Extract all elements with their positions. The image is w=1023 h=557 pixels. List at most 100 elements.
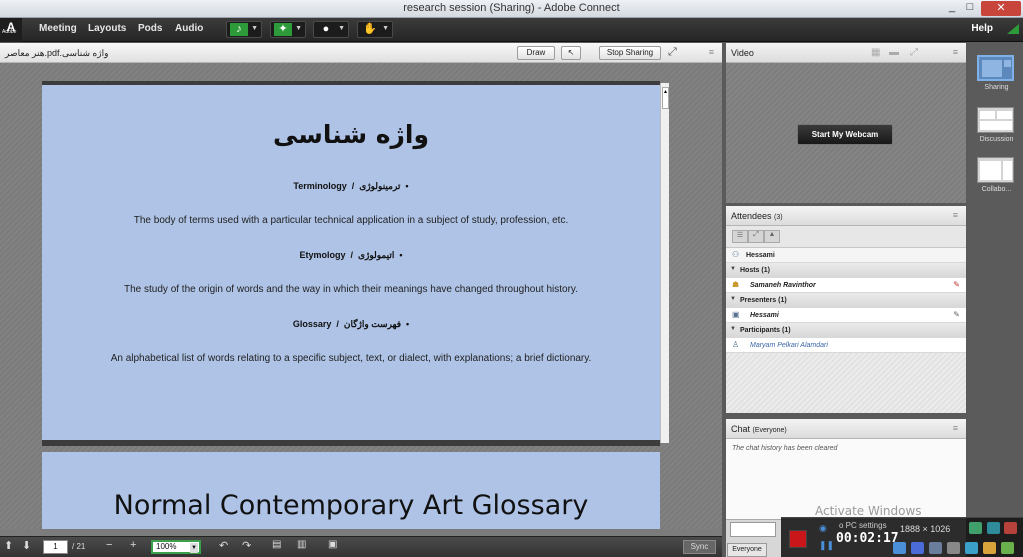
- chevron-down-icon: ▼: [382, 25, 389, 32]
- pod-menu-icon[interactable]: ≡: [709, 47, 714, 57]
- zoom-out-icon[interactable]: −: [106, 539, 112, 551]
- fit-page-icon[interactable]: ▥: [297, 539, 306, 550]
- filmstrip-view-icon[interactable]: ▬: [889, 47, 899, 58]
- microphone-control[interactable]: ✦ ▼: [270, 21, 306, 38]
- microphone-icon: ✎: [953, 280, 960, 289]
- fullscreen-icon[interactable]: ⤢: [910, 47, 918, 58]
- list-item[interactable]: ♙ Maryam Pelkari Alamdari: [726, 338, 966, 353]
- draw-toggle-icon[interactable]: ▣: [328, 539, 337, 550]
- presenter-icon: ▣: [732, 310, 740, 319]
- pen-icon[interactable]: [965, 542, 978, 554]
- slide-title: واژه شناسی: [272, 120, 430, 149]
- current-user-row[interactable]: ⚇ Hessami: [726, 248, 966, 263]
- webcam-control[interactable]: ● ▼: [313, 21, 349, 38]
- activate-windows-watermark: Activate Windows: [815, 504, 922, 518]
- chat-pod-header: Chat (Everyone) ≡: [726, 419, 966, 439]
- speaker-icon: ♪: [230, 23, 248, 36]
- microphone-icon[interactable]: [911, 542, 924, 554]
- page-number-input[interactable]: 1: [43, 540, 68, 554]
- status-control[interactable]: ✋ ▼: [357, 21, 393, 38]
- connection-signal-icon: [1007, 24, 1019, 34]
- fullscreen-icon[interactable]: ⤢: [668, 46, 677, 59]
- group-presenters[interactable]: ▼ Presenters (1): [726, 293, 966, 308]
- user-status-icon: ⚇: [732, 250, 740, 259]
- layout-collaboration[interactable]: Collabo...: [977, 157, 1016, 193]
- chat-recipient-select[interactable]: Everyone: [727, 543, 767, 557]
- cursor-icon[interactable]: [947, 542, 960, 554]
- chevron-down-icon: ▼: [251, 25, 258, 32]
- term-line: Glossary / فهرست واژگان •: [292, 319, 410, 329]
- recorder-settings-text: o PC settings: [839, 521, 887, 530]
- stop-recording-button[interactable]: [789, 530, 807, 548]
- undo-icon[interactable]: ↶: [219, 539, 228, 552]
- pod-menu-icon[interactable]: ≡: [953, 210, 958, 220]
- caret-down-icon: ▼: [730, 296, 736, 302]
- list-item[interactable]: ▣ Hessami ✎: [726, 308, 966, 323]
- list-item[interactable]: ☗ Samaneh Ravinthor ✎: [726, 278, 966, 293]
- layout-thumbnail: [977, 107, 1014, 133]
- minimize-button[interactable]: _: [943, 1, 961, 16]
- zoom-in-icon[interactable]: +: [130, 539, 136, 551]
- menu-help[interactable]: Help: [971, 23, 993, 34]
- breakout-icon[interactable]: ⤢: [748, 230, 764, 243]
- layout-discussion[interactable]: Discussion: [977, 107, 1016, 143]
- chat-message: The chat history has been cleared: [732, 445, 838, 452]
- page-total: / 21: [72, 542, 86, 551]
- recording-timer: 00:02:17: [836, 531, 899, 546]
- menu-pods[interactable]: Pods: [138, 23, 162, 34]
- webcam-icon[interactable]: [929, 542, 942, 554]
- next-slide-page: Normal Contemporary Art Glossary: [42, 452, 660, 529]
- chevron-down-icon: ▼: [190, 543, 198, 553]
- microphone-icon: ✎: [953, 310, 960, 319]
- fit-width-icon[interactable]: ▤: [272, 539, 281, 550]
- chevron-down-icon: ▼: [295, 25, 302, 32]
- stop-sharing-button[interactable]: Stop Sharing: [599, 46, 661, 60]
- prev-page-icon[interactable]: ⬆: [4, 539, 13, 552]
- start-webcam-button[interactable]: Start My Webcam: [797, 124, 893, 145]
- share-pod-header: هنر معاصر.pdf.واژه شناسی Draw ↖ Stop Sha…: [0, 43, 722, 63]
- next-page-icon[interactable]: ⬇: [22, 539, 31, 552]
- participant-icon: ♙: [732, 340, 740, 349]
- close-button[interactable]: ✕: [981, 1, 1021, 16]
- recording-resolution: 1888 × 1026: [900, 524, 951, 534]
- user-options-icon[interactable]: ▲: [764, 230, 780, 243]
- menu-layouts[interactable]: Layouts: [88, 23, 126, 34]
- list-view-icon[interactable]: ☰: [732, 230, 748, 243]
- chat-input[interactable]: [730, 522, 776, 537]
- share-icon[interactable]: [1001, 542, 1014, 554]
- redo-icon[interactable]: ↷: [242, 539, 251, 552]
- folder-icon[interactable]: [983, 542, 996, 554]
- speaker-control[interactable]: ♪ ▼: [226, 21, 262, 38]
- layouts-strip: Sharing Discussion Collabo...: [968, 43, 1023, 557]
- draw-button[interactable]: Draw: [517, 46, 555, 60]
- video-pod: Video ▦ ▬ ⤢ ≡ Start My Webcam: [726, 43, 966, 203]
- recorder-close-icon[interactable]: [1004, 522, 1017, 534]
- group-hosts[interactable]: ▼ Hosts (1): [726, 263, 966, 278]
- term-definition: The body of terms used with a particular…: [133, 215, 569, 226]
- recorder-minimize-icon[interactable]: [987, 522, 1000, 534]
- layout-thumbnail: [977, 55, 1014, 81]
- vertical-scrollbar[interactable]: ▴: [660, 83, 669, 443]
- layout-thumbnail: [977, 157, 1014, 183]
- attendees-empty-area: [726, 353, 966, 413]
- layout-sharing[interactable]: Sharing: [977, 55, 1016, 91]
- pause-icon[interactable]: ❚❚: [819, 540, 834, 551]
- pointer-button[interactable]: ↖: [561, 46, 581, 60]
- recorder-window-icon[interactable]: [969, 522, 982, 534]
- zoom-select[interactable]: 100% ▼: [151, 540, 201, 554]
- window-titlebar: research session (Sharing) - Adobe Conne…: [0, 0, 1023, 18]
- maximize-button[interactable]: □: [961, 1, 979, 16]
- pod-menu-icon[interactable]: ≡: [953, 47, 958, 57]
- pod-menu-icon[interactable]: ≡: [953, 423, 958, 433]
- menubar: A Adobe Meeting Layouts Pods Audio ♪ ▼ ✦ ▼ …: [0, 18, 1023, 42]
- menu-meeting[interactable]: Meeting: [39, 23, 77, 34]
- attendees-pod: Attendees (3) ≡ ☰ ⤢ ▲ ⚇ Hessami ▼ Hosts …: [726, 206, 966, 413]
- volume-icon[interactable]: [893, 542, 906, 554]
- sync-button[interactable]: Sync: [683, 540, 716, 554]
- scroll-thumb[interactable]: ▴: [662, 87, 669, 109]
- camera-icon[interactable]: ◉: [819, 523, 827, 534]
- group-participants[interactable]: ▼ Participants (1): [726, 323, 966, 338]
- term-line: Etymology / اتیمولوژی •: [299, 250, 403, 260]
- grid-view-icon[interactable]: ▦: [871, 47, 880, 58]
- menu-audio[interactable]: Audio: [175, 23, 203, 34]
